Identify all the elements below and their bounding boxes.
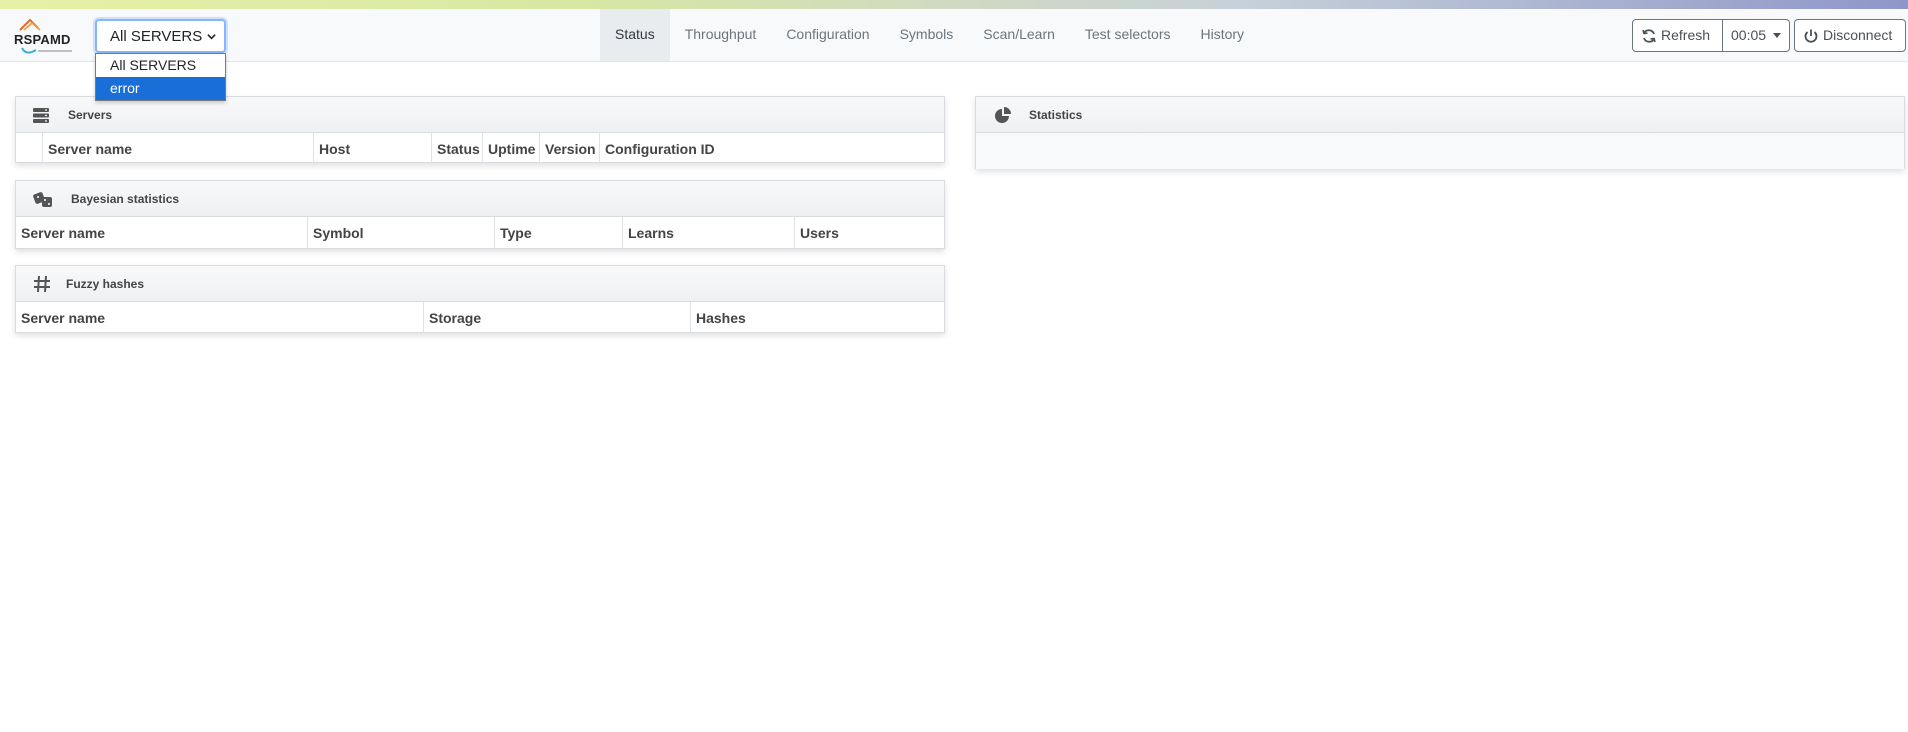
pie-chart-icon [995, 107, 1011, 123]
fuzzy-panel-header: Fuzzy hashes [16, 266, 944, 302]
power-icon [1804, 29, 1818, 43]
bayes-panel-header: Bayesian statistics [16, 181, 944, 217]
column-header[interactable]: Server name [16, 217, 308, 248]
server-option-all[interactable]: All SERVERS [96, 54, 225, 77]
refresh-button-group: Refresh 00:05 [1632, 19, 1790, 52]
column-header[interactable]: Hashes [691, 302, 944, 333]
fuzzy-panel-title: Fuzzy hashes [66, 277, 145, 291]
statistics-panel-header: Statistics [976, 97, 1904, 133]
servers-panel-header: Servers [16, 97, 944, 133]
tab-test-selectors[interactable]: Test selectors [1070, 9, 1186, 61]
bayes-panel: Bayesian statistics Server name Symbol T… [15, 180, 945, 249]
server-option-error[interactable]: error [96, 77, 225, 100]
refresh-label: Refresh [1661, 27, 1711, 43]
hashtag-icon [34, 275, 50, 293]
column-header[interactable]: Users [795, 217, 944, 248]
column-header[interactable]: Symbol [308, 217, 495, 248]
rspamd-logo[interactable]: RSPAMD [14, 16, 82, 56]
refresh-interval-value: 00:05 [1731, 27, 1767, 43]
refresh-interval-dropdown[interactable]: 00:05 [1723, 19, 1790, 52]
navbar: RSPAMD All SERVERS Status Throughput Con… [0, 9, 1908, 62]
main-nav: Status Throughput Configuration Symbols … [600, 9, 1259, 61]
dice-icon [33, 192, 52, 207]
server-select[interactable]: All SERVERS [95, 19, 226, 53]
column-header[interactable]: Status [432, 133, 483, 164]
disconnect-button[interactable]: Disconnect [1794, 19, 1906, 52]
statistics-panel-title: Statistics [1029, 108, 1083, 122]
server-select-options: All SERVERS error [95, 53, 226, 101]
tab-configuration[interactable]: Configuration [771, 9, 884, 61]
fuzzy-panel: Fuzzy hashes Server name Storage Hashes [15, 265, 945, 333]
servers-panel: Servers Server name Host Status Uptime V… [15, 96, 945, 164]
column-header[interactable]: Version [540, 133, 600, 164]
column-header[interactable] [16, 133, 43, 164]
caret-down-icon [1773, 33, 1782, 38]
bayes-panel-title: Bayesian statistics [71, 192, 180, 206]
column-header[interactable]: Server name [16, 302, 424, 333]
tab-scan-learn[interactable]: Scan/Learn [968, 9, 1070, 61]
column-header[interactable]: Storage [424, 302, 691, 333]
servers-table-header: Server name Host Status Uptime Version C… [16, 133, 944, 164]
bayes-table-header: Server name Symbol Type Learns Users [16, 217, 944, 248]
refresh-icon [1642, 29, 1656, 43]
column-header[interactable]: Learns [623, 217, 795, 248]
server-select-value: All SERVERS [110, 28, 203, 45]
column-header[interactable]: Uptime [483, 133, 540, 164]
column-header[interactable]: Type [495, 217, 623, 248]
column-header[interactable]: Server name [43, 133, 314, 164]
chevron-down-icon [207, 34, 216, 40]
tab-history[interactable]: History [1185, 9, 1259, 61]
column-header[interactable]: Configuration ID [600, 133, 944, 164]
statistics-panel: Statistics [975, 96, 1905, 169]
servers-panel-title: Servers [68, 108, 113, 122]
column-header[interactable]: Host [314, 133, 432, 164]
server-icon [33, 108, 49, 123]
tab-throughput[interactable]: Throughput [670, 9, 772, 61]
refresh-button[interactable]: Refresh [1632, 19, 1723, 52]
fuzzy-table-header: Server name Storage Hashes [16, 302, 944, 333]
tab-status[interactable]: Status [600, 9, 670, 61]
top-gradient-bar [0, 0, 1908, 9]
disconnect-label: Disconnect [1823, 27, 1893, 43]
statistics-body [976, 133, 1904, 169]
logo-text: RSPAMD [14, 32, 71, 47]
tab-symbols[interactable]: Symbols [885, 9, 969, 61]
